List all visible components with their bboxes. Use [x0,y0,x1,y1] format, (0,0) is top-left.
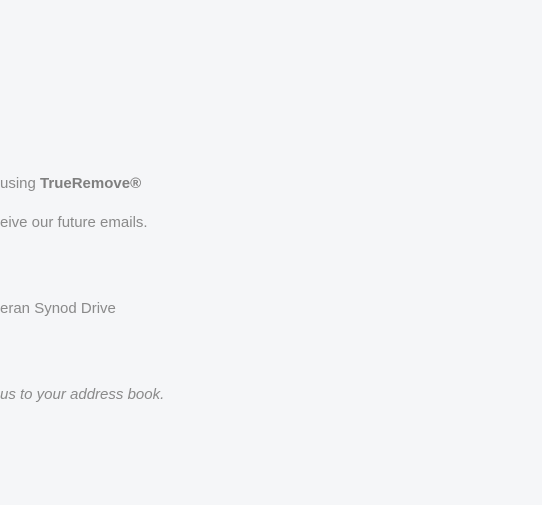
unsubscribe-notice-text: using [0,175,41,192]
trueremove-brand: TrueRemove® [40,175,142,192]
future-emails-text: eive our future emails. [0,214,148,231]
address-book-note: us to your address book. [0,386,165,403]
unsubscribe-notice-line: using TrueRemove® [0,175,141,193]
mailing-address-text: eran Synod Drive [0,300,116,317]
